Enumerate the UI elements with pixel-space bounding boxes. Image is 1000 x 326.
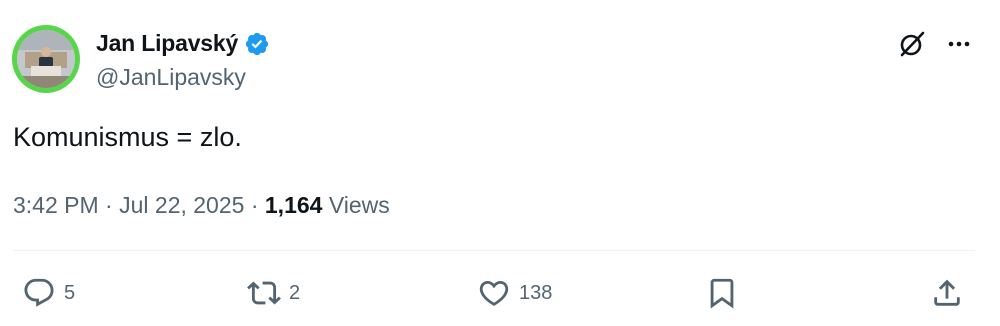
avatar[interactable] bbox=[12, 25, 80, 93]
views-count[interactable]: 1,164 bbox=[265, 192, 323, 219]
share-icon bbox=[930, 276, 964, 310]
author-handle[interactable]: @JanLipavsky bbox=[96, 64, 246, 91]
share-button[interactable] bbox=[930, 276, 964, 310]
like-button[interactable]: 138 bbox=[477, 276, 552, 310]
bookmark-icon bbox=[705, 276, 739, 310]
like-count: 138 bbox=[519, 281, 553, 304]
avatar-photo bbox=[17, 30, 75, 88]
author-name[interactable]: Jan Lipavský bbox=[96, 30, 238, 57]
verified-badge-icon[interactable] bbox=[244, 31, 270, 57]
repost-button[interactable]: 2 bbox=[247, 276, 300, 310]
reply-icon bbox=[22, 276, 56, 310]
like-icon bbox=[477, 276, 511, 310]
meta-separator: · bbox=[98, 192, 120, 218]
reply-button[interactable]: 5 bbox=[22, 276, 75, 310]
bookmark-button[interactable] bbox=[705, 276, 739, 310]
reply-count: 5 bbox=[64, 281, 76, 304]
meta-separator: · bbox=[244, 192, 265, 218]
tweet-time[interactable]: 3:42 PM bbox=[13, 192, 99, 219]
author-name-row: Jan Lipavský bbox=[96, 30, 270, 57]
views-label: Views bbox=[328, 192, 390, 218]
tweet-text: Komunismus = zlo. bbox=[13, 122, 242, 152]
grok-icon[interactable] bbox=[898, 30, 926, 58]
tweet-meta: 3:42 PM · Jul 22, 2025 · 1,164 Views bbox=[13, 192, 390, 219]
top-actions bbox=[898, 30, 972, 58]
divider bbox=[13, 250, 975, 251]
more-icon[interactable] bbox=[946, 31, 972, 57]
repost-count: 2 bbox=[289, 281, 301, 304]
repost-icon bbox=[247, 276, 281, 310]
tweet-date[interactable]: Jul 22, 2025 bbox=[119, 192, 244, 219]
